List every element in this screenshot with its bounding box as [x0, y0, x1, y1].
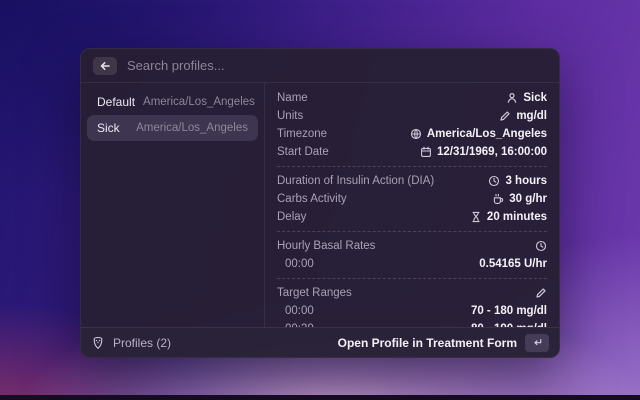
profile-name: Sick	[97, 121, 120, 135]
search-bar: Search profiles...	[81, 49, 559, 83]
detail-label: Timezone	[277, 128, 327, 140]
owl-logo-icon	[91, 336, 105, 350]
detail-label: Start Date	[277, 146, 329, 158]
profiles-window: Search profiles... Default America/Los_A…	[80, 48, 560, 358]
detail-label: Units	[277, 110, 303, 122]
time-label: 00:00	[277, 258, 314, 270]
section-divider	[277, 278, 547, 279]
detail-row-start-date: Start Date 12/31/1969, 16:00:00	[277, 143, 547, 161]
detail-label: Delay	[277, 211, 306, 223]
pencil-icon	[499, 110, 511, 122]
detail-value: mg/dl	[516, 110, 547, 122]
detail-label: Name	[277, 92, 308, 104]
detail-value: 30 g/hr	[509, 193, 547, 205]
detail-row-timezone: Timezone America/Los_Angeles	[277, 125, 547, 143]
list-item-sick[interactable]: Sick America/Los_Angeles	[87, 115, 258, 141]
section-divider	[277, 166, 547, 167]
profile-timezone: America/Los_Angeles	[136, 122, 248, 134]
back-button[interactable]	[93, 57, 117, 75]
footer-status: Profiles (2)	[113, 336, 171, 350]
detail-value: 3 hours	[505, 175, 547, 187]
profile-details-panel: Name Sick Units	[264, 83, 559, 327]
detail-value: America/Los_Angeles	[427, 128, 547, 140]
enter-key-icon	[525, 334, 549, 352]
section-title: Target Ranges	[277, 287, 352, 299]
mug-icon	[492, 193, 504, 205]
detail-row-dia: Duration of Insulin Action (DIA) 3 hours	[277, 172, 547, 190]
open-profile-action[interactable]: Open Profile in Treatment Form	[338, 334, 549, 352]
section-title: Hourly Basal Rates	[277, 240, 375, 252]
detail-row-delay: Delay 20 minutes	[277, 208, 547, 226]
clock-icon	[535, 240, 547, 252]
detail-label: Carbs Activity	[277, 193, 347, 205]
desktop-background: Search profiles... Default America/Los_A…	[0, 0, 640, 400]
clock-icon	[488, 175, 500, 187]
action-bar: Profiles (2) Open Profile in Treatment F…	[81, 327, 559, 357]
globe-icon	[410, 128, 422, 140]
person-icon	[506, 92, 518, 104]
detail-row-name: Name Sick	[277, 89, 547, 107]
section-header-basal: Hourly Basal Rates	[277, 237, 547, 255]
basal-value: 0.54165 U/hr	[479, 258, 547, 270]
profile-name: Default	[97, 95, 135, 109]
pencil-icon	[535, 287, 547, 299]
calendar-icon	[420, 146, 432, 158]
target-range-row: 00:00 70 - 180 mg/dl	[277, 302, 547, 320]
profiles-list: Default America/Los_Angeles Sick America…	[81, 83, 264, 327]
action-label: Open Profile in Treatment Form	[338, 336, 517, 350]
target-range-row: 00:30 80 - 190 mg/dl	[277, 320, 547, 327]
detail-value: Sick	[523, 92, 547, 104]
profile-timezone: America/Los_Angeles	[143, 96, 255, 108]
list-item-default[interactable]: Default America/Los_Angeles	[87, 89, 258, 115]
section-divider	[277, 231, 547, 232]
target-value: 70 - 180 mg/dl	[471, 305, 547, 317]
detail-label: Duration of Insulin Action (DIA)	[277, 175, 434, 187]
detail-value: 20 minutes	[487, 211, 547, 223]
screen-edge	[0, 395, 640, 400]
detail-row-units: Units mg/dl	[277, 107, 547, 125]
basal-rate-row: 00:00 0.54165 U/hr	[277, 255, 547, 273]
detail-row-carbs: Carbs Activity 30 g/hr	[277, 190, 547, 208]
hourglass-icon	[470, 211, 482, 223]
section-header-targets: Target Ranges	[277, 284, 547, 302]
footer-left: Profiles (2)	[91, 336, 171, 350]
time-label: 00:00	[277, 305, 314, 317]
detail-value: 12/31/1969, 16:00:00	[437, 146, 547, 158]
arrow-left-icon	[99, 60, 111, 72]
window-body: Default America/Los_Angeles Sick America…	[81, 83, 559, 327]
search-input[interactable]: Search profiles...	[127, 58, 225, 73]
